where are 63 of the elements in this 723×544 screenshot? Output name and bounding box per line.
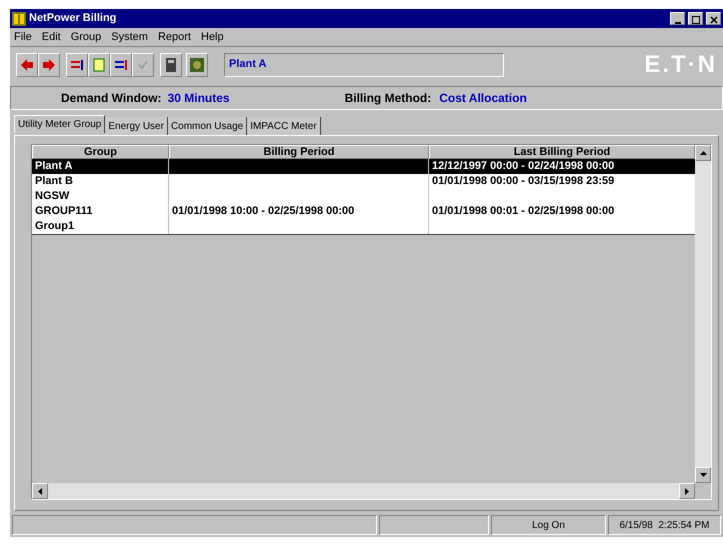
window-title: NetPower Billing (29, 11, 116, 26)
arrows-icon (70, 58, 84, 72)
table-row[interactable]: Plant B 01/01/1998 00:00 - 03/15/1998 23:59 (32, 174, 695, 189)
vertical-scrollbar[interactable] (695, 145, 711, 483)
menu-item[interactable]: Help (201, 28, 224, 46)
table-row[interactable]: Group1 (32, 219, 695, 234)
table-cell: Group1 (35, 220, 74, 232)
arrow-icon (42, 58, 56, 72)
link-button[interactable] (110, 52, 132, 76)
group-field[interactable]: Plant A (224, 52, 504, 76)
demand-label: Demand Window: (61, 90, 162, 107)
app-icon (12, 12, 26, 26)
table-cell: 01/01/1998 00:01 - 02/25/1998 00:00 (432, 205, 614, 217)
logo: E.T·N (644, 52, 717, 76)
right-arrow-icon (685, 488, 689, 494)
import-button[interactable] (16, 52, 38, 76)
table-row[interactable]: GROUP111 01/01/1998 10:00 - 02/25/1998 00:00 01/01/1998 00:01 - 02/25/1998 00:00 (32, 204, 695, 219)
export-button[interactable] (38, 52, 60, 76)
login-status: Log On (532, 518, 565, 532)
demand-value: 30 Minutes (168, 90, 230, 107)
arrow-icon (20, 58, 34, 72)
table-cell: Plant A (35, 160, 72, 172)
up-arrow-icon (700, 151, 706, 155)
calculator-icon (165, 56, 177, 72)
maximize-button[interactable] (688, 12, 703, 25)
menu-item[interactable]: System (111, 28, 148, 46)
document-icon (92, 58, 106, 72)
table-cell: NGSW (35, 190, 70, 202)
meter-button[interactable] (88, 52, 110, 76)
menu-item[interactable]: Edit (42, 28, 61, 46)
column-header[interactable]: Last Billing Period (429, 145, 695, 159)
check-icon (136, 58, 150, 72)
left-arrow-icon (38, 488, 42, 494)
status-datetime: 6/15/98 2:25:54 PM (619, 518, 710, 532)
table-cell: Plant B (35, 175, 73, 187)
check-button[interactable] (132, 52, 154, 76)
menu-item[interactable]: Report (158, 28, 191, 46)
column-header[interactable]: Group (32, 145, 169, 159)
calculator-button[interactable] (160, 52, 182, 76)
tab[interactable]: Energy User (105, 117, 168, 135)
maximize-icon (692, 16, 700, 24)
tab[interactable]: Common Usage (168, 117, 248, 135)
horizontal-scrollbar[interactable] (32, 483, 695, 499)
table-row[interactable]: NGSW (32, 189, 695, 204)
report-button[interactable] (186, 52, 208, 76)
close-icon (710, 16, 718, 24)
table-cell: 12/12/1997 00:00 - 02/24/1998 00:00 (432, 160, 614, 172)
table-row[interactable]: Plant A 12/12/1997 00:00 - 02/24/1998 00:00 (32, 159, 695, 174)
minimize-button[interactable] (670, 12, 685, 25)
billing-value: Cost Allocation (439, 90, 527, 107)
tab[interactable]: IMPACC Meter (247, 117, 321, 135)
table-cell: GROUP111 (35, 205, 92, 217)
billing-label: Billing Method: (344, 90, 432, 107)
group-button[interactable] (66, 52, 88, 76)
down-arrow-icon (700, 473, 706, 477)
table-cell: 01/01/1998 00:00 - 03/15/1998 23:59 (432, 175, 614, 187)
close-button[interactable] (706, 12, 721, 25)
menu-item[interactable]: File (14, 28, 32, 46)
arrows-icon (114, 58, 128, 72)
table-cell: 01/01/1998 10:00 - 02/25/1998 00:00 (172, 205, 354, 217)
menu-item[interactable]: Group (70, 28, 102, 46)
column-header[interactable]: Billing Period (169, 145, 429, 159)
tab[interactable]: Utility Meter Group (14, 115, 106, 133)
